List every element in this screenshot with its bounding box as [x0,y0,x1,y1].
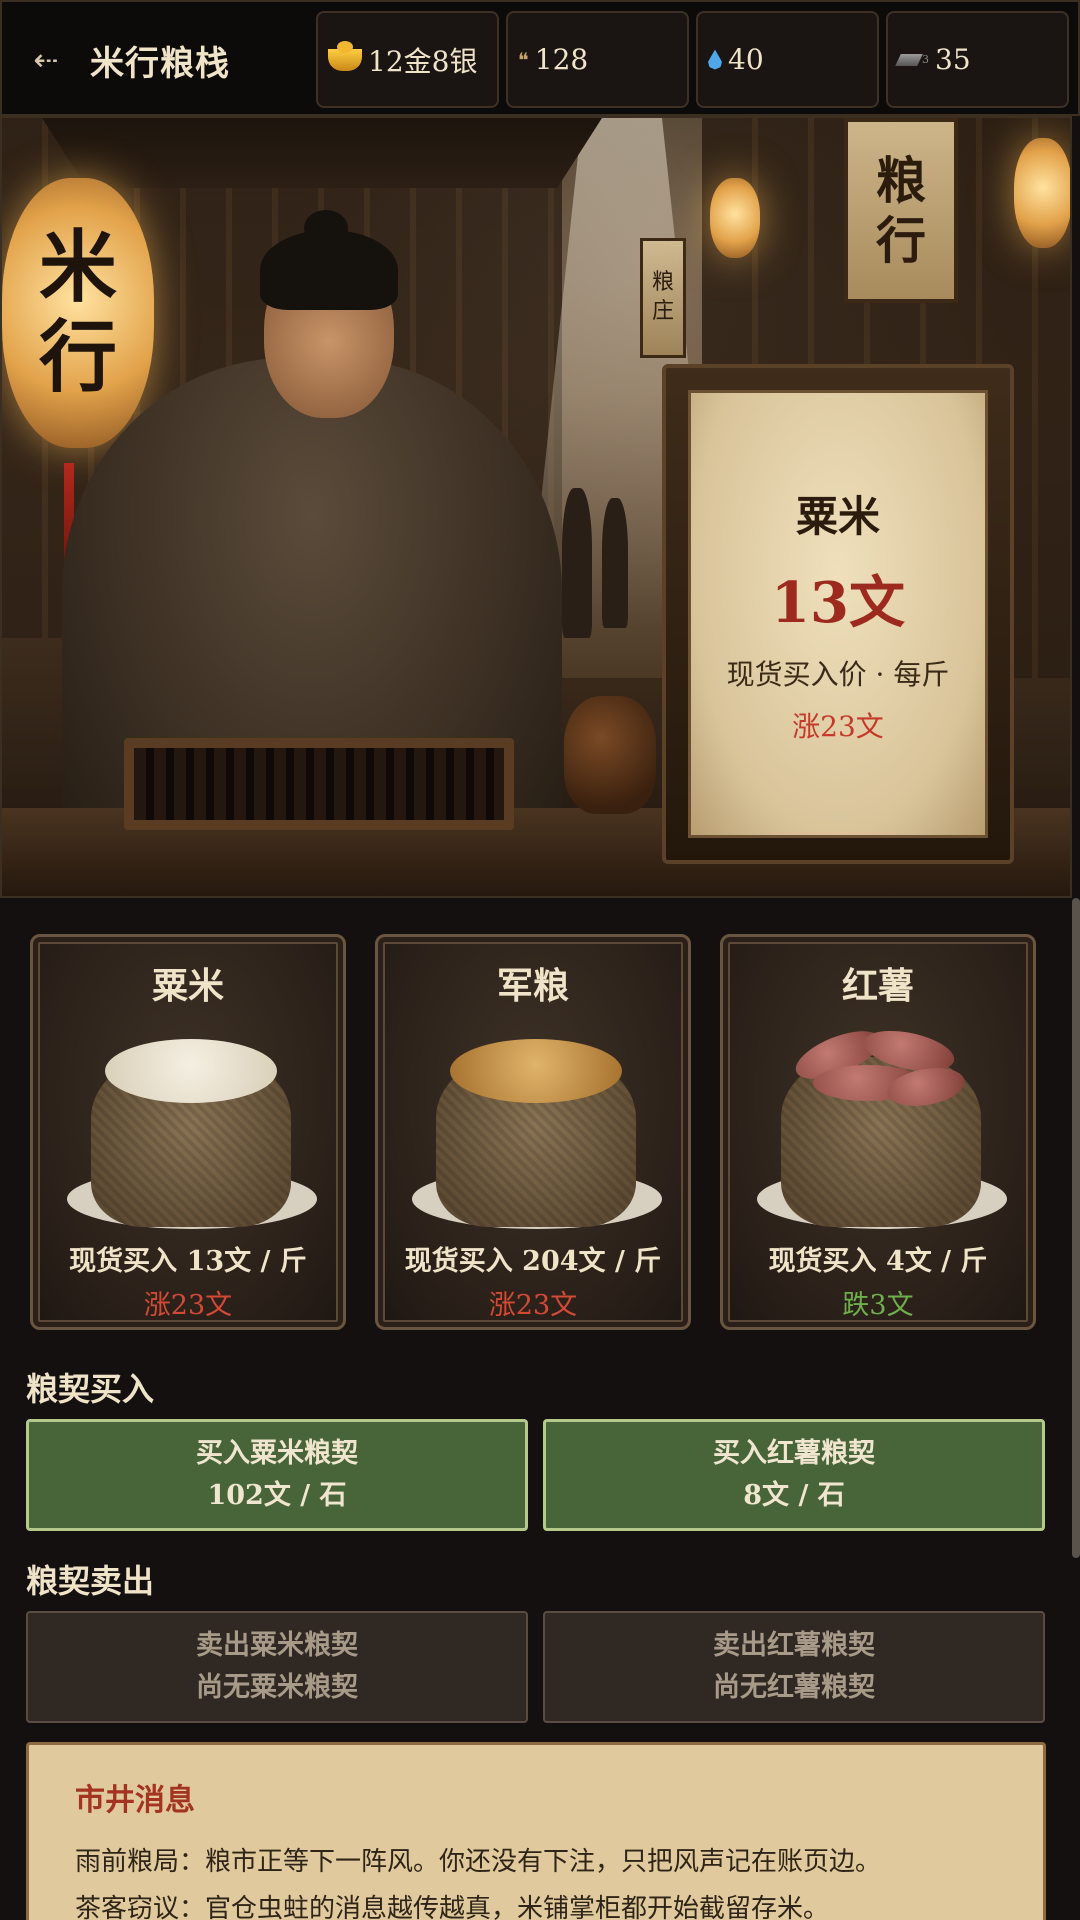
board-price-change: 涨23文 [792,710,884,743]
lantern-char: 行 [38,312,117,403]
sign-char: 粮 [651,270,674,296]
sell-sweet-potato-contract-button[interactable]: 卖出红薯粮契 尚无红薯粮契 [543,1611,1045,1723]
grain-shop-sign: 粮 行 [844,118,958,303]
sell-section-title: 粮契卖出 [26,1562,155,1600]
sign-char: 行 [876,210,926,270]
card-price: 现货买入 13文 / 斤 [69,1246,307,1277]
card-price: 现货买入 204文 / 斤 [404,1246,662,1277]
board-item-name: 粟米 [795,492,880,541]
button-label: 买入红薯粮契 [713,1438,875,1470]
sign-char: 粮 [876,150,926,210]
market-news-panel: 市井消息 雨前粮局：粮市正等下一阵风。你还没有下注，只把风声记在账页边。 茶客窃… [26,1742,1046,1920]
card-price: 现货买入 4文 / 斤 [768,1246,988,1277]
merchant-topknot [304,210,348,246]
hero-scene: 米 行 粮 庄 粮 行 粟米 13文 现货买入价 · 每斤 涨23文 [0,116,1072,898]
top-bar: ⇠ 米行粮栈 12金8银 ❝ 128 40 3 35 [0,0,1080,116]
card-millet[interactable]: 粟米 现货买入 13文 / 斤 涨23文 [30,934,346,1330]
card-price-change: 涨23文 [488,1290,578,1321]
resource-grain[interactable]: ❝ 128 [506,11,689,108]
gold-ingot-icon [328,40,362,71]
iron-ingot-icon [895,53,923,66]
card-sweet-potato[interactable]: 红薯 现货买入 4文 / 斤 跌3文 [720,934,1036,1330]
pedestrian [562,488,592,638]
button-label: 卖出红薯粮契 [713,1630,875,1662]
lantern-char: 米 [38,222,117,314]
buy-section-title: 粮契买入 [26,1370,155,1408]
resource-water[interactable]: 40 [696,11,879,108]
grain-house-sign: 粮 庄 [640,238,686,358]
resource-iron[interactable]: 3 35 [886,11,1069,108]
roof-eaves [42,118,602,188]
page-title: 米行粮栈 [90,44,230,84]
news-item: 茶客窃议：官仓虫蛀的消息越传越真，米铺掌柜都开始截留存米。 [75,1894,830,1920]
resource-water-value: 40 [728,43,764,76]
card-title: 粟米 [151,965,224,1007]
resource-gold[interactable]: 12金8银 [316,11,499,108]
back-arrow-icon[interactable]: ⇠ [26,40,66,80]
card-title: 红薯 [841,965,914,1007]
card-price-change: 跌3文 [842,1290,914,1321]
news-item: 雨前粮局：粮市正等下一阵风。你还没有下注，只把风声记在账页边。 [75,1847,882,1877]
water-drop-icon [708,49,722,70]
millet-sack-icon [67,1019,317,1237]
button-label: 卖出粟米粮契 [196,1630,358,1662]
card-price-change: 涨23文 [143,1290,233,1321]
resource-iron-value: 35 [935,43,971,76]
resource-grain-value: 128 [534,43,589,76]
board-description: 现货买入价 · 每斤 [726,658,950,691]
news-title: 市井消息 [75,1783,195,1818]
sign-char: 庄 [651,299,674,324]
resource-gold-value: 12金8银 [368,44,478,78]
buy-millet-contract-button[interactable]: 买入粟米粮契 102文 / 石 [26,1419,528,1531]
button-sub-label: 尚无红薯粮契 [713,1672,875,1703]
street-lantern [710,178,760,258]
sweet-potato-sack-icon [757,1019,1007,1237]
board-price: 13文 [771,570,905,636]
street-lantern [1014,138,1070,248]
clay-jar [564,696,656,814]
grain-icon: ❝ [518,47,529,72]
pedestrian [602,498,628,628]
button-sub-label: 尚无粟米粮契 [196,1672,358,1703]
scrollbar[interactable] [1072,898,1080,1558]
button-label: 买入粟米粮契 [196,1438,358,1470]
button-sub-label: 102文 / 石 [207,1480,347,1511]
sell-millet-contract-button[interactable]: 卖出粟米粮契 尚无粟米粮契 [26,1611,528,1723]
army-grain-sack-icon [412,1019,662,1237]
iron-sub-label: 3 [922,53,929,66]
price-board: 粟米 13文 现货买入价 · 每斤 涨23文 [662,364,1014,864]
abacus [124,738,514,830]
commodity-cards: 粟米 现货买入 13文 / 斤 涨23文 军粮 现货买入 204文 / 斤 涨2… [30,934,1040,1330]
button-sub-label: 8文 / 石 [743,1480,845,1511]
card-army-grain[interactable]: 军粮 现货买入 204文 / 斤 涨23文 [375,934,691,1330]
buy-sweet-potato-contract-button[interactable]: 买入红薯粮契 8文 / 石 [543,1419,1045,1531]
card-title: 军粮 [496,965,569,1007]
rice-shop-lantern: 米 行 [2,178,154,448]
price-paper: 粟米 13文 现货买入价 · 每斤 涨23文 [688,390,988,838]
